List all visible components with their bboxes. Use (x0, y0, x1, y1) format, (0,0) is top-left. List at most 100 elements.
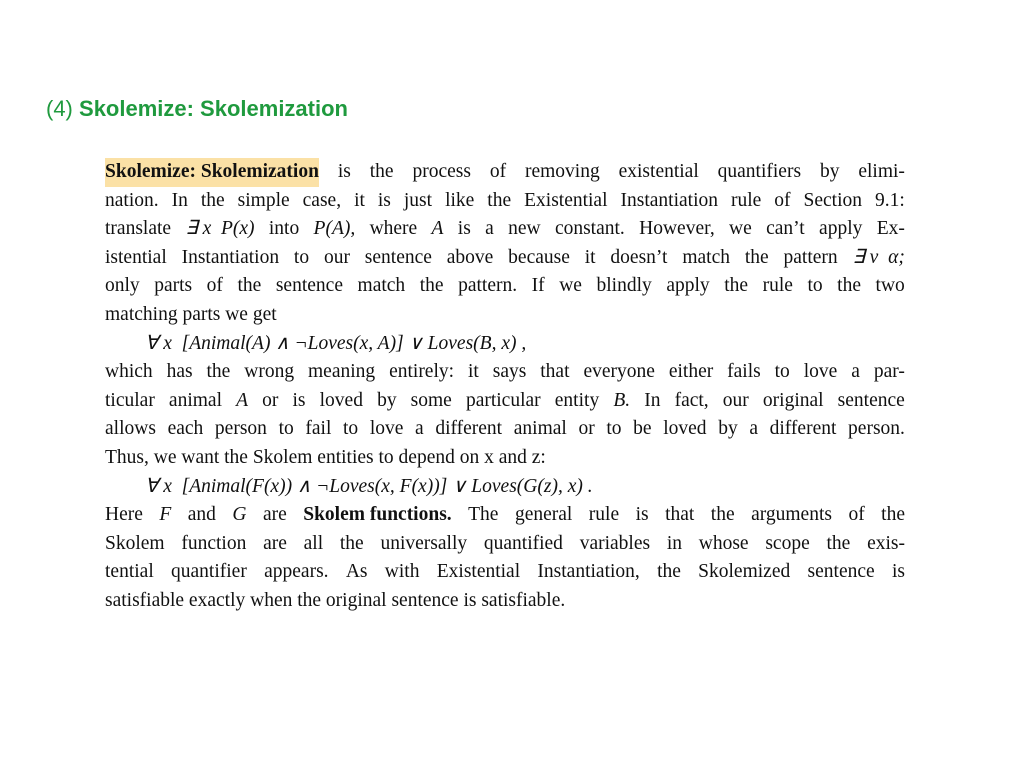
para3-line1: Here Fand Gare Skolem functions. The general r… (105, 501, 905, 530)
text-word: the (826, 532, 851, 554)
text-word: variables (579, 532, 651, 554)
text-word: fail (305, 418, 332, 440)
text-word: by (819, 161, 840, 182)
para3-line2: Skolem function are all the universally quanti… (105, 530, 905, 559)
text-word: match (682, 246, 730, 268)
text-word: fails (727, 361, 761, 383)
text-word: which (105, 361, 153, 383)
text-word: the (339, 532, 364, 554)
text-word: where (369, 218, 418, 240)
text-word: exis- (867, 532, 905, 554)
text-word: If (531, 275, 545, 297)
text-word: process (412, 161, 471, 182)
text-word: quantifier (171, 561, 247, 583)
text-word: apply (819, 218, 863, 240)
text-word: into (268, 218, 300, 240)
text-word: removing (524, 161, 600, 182)
para1-line1: Skolemize: Skolemization is the process of r… (105, 158, 905, 187)
text-word: A (431, 218, 444, 240)
slide-title: (4) Skolemize: Skolemization (46, 96, 348, 122)
text-word: quantified (483, 532, 563, 554)
text-word: par- (873, 361, 905, 383)
text-word: blindly (596, 275, 652, 297)
text-word: in (666, 532, 682, 554)
text-word: all (303, 532, 324, 554)
text-word: to (343, 418, 359, 440)
text-word: nation. (105, 189, 159, 211)
text-word: each (167, 418, 204, 440)
text-word: rule (762, 275, 793, 297)
text-word: sentence (807, 561, 875, 583)
para2-line3: allows each person to fail to love a different an… (105, 415, 905, 444)
text-word: apply (666, 275, 710, 297)
text-word: pattern (783, 246, 838, 268)
text-word: Ex- (876, 218, 905, 240)
text-word: entirely: (389, 361, 455, 383)
text-word: the (419, 275, 444, 297)
text-word: like (445, 189, 475, 211)
text-word: of (774, 189, 791, 211)
text-word: are (263, 532, 287, 554)
text-word: of (489, 161, 507, 182)
text-word: the (237, 275, 262, 297)
text-word: new (508, 218, 541, 240)
text-word: by (718, 418, 738, 440)
text-word: arguments (751, 504, 832, 526)
text-word: is (377, 189, 391, 211)
text-word: to (278, 418, 294, 440)
text-word: animal (168, 389, 222, 411)
text-word: Existential (524, 189, 608, 211)
text-word: just (403, 189, 433, 211)
text-word: pattern. (458, 275, 518, 297)
text-word: translate (105, 218, 172, 240)
text-word: to (293, 246, 310, 268)
text-word: by (377, 389, 397, 411)
text-word: As (345, 561, 368, 583)
text-word: The (468, 504, 499, 526)
text-word: allows (105, 418, 156, 440)
text-word: ∀ x [Animal(A) ∧ ¬Loves(x, A)] ∨ Loves(B… (145, 332, 527, 354)
para2-line1: which has the wrong meaning entirely: it says th… (105, 358, 905, 387)
text-word: Skolemized (698, 561, 791, 583)
text-word: two (875, 275, 905, 297)
text-word: Instantiation (620, 189, 718, 211)
text-word: is (891, 561, 905, 583)
text-word: the (369, 161, 394, 182)
text-word: sentence (837, 389, 905, 411)
text-word: or (262, 389, 279, 411)
text-word: the (487, 189, 512, 211)
text-word: to (774, 361, 790, 383)
text-word: only (105, 275, 140, 297)
text-word: that (540, 361, 570, 383)
text-word: either (668, 361, 714, 383)
text-word: says (492, 361, 527, 383)
text-word: the (200, 189, 225, 211)
formula-1: ∀ x [Animal(A) ∧ ¬Loves(x, A)] ∨ Loves(B… (105, 330, 905, 359)
text-word: person. (848, 418, 905, 440)
text-word: match (357, 275, 406, 297)
text-word: is (337, 161, 351, 182)
text-word: above (446, 246, 494, 268)
text-word: of (848, 504, 865, 526)
text-word: that (665, 504, 695, 526)
text-word: the (744, 246, 769, 268)
text-word: the (206, 361, 231, 383)
text-word: scope (765, 532, 810, 554)
para1-line4: istential Instantiation to our sentence above… (105, 244, 905, 273)
text-word: original (762, 389, 824, 411)
text-word: different (769, 418, 837, 440)
text-word: ∃ x P(x) (185, 218, 255, 240)
formula-2: ∀ x [Animal(F(x)) ∧ ¬Loves(x, F(x))] ∨ L… (105, 473, 905, 502)
text-word: sentence (364, 246, 432, 268)
text-word: a (485, 218, 494, 240)
text-word: sentence (275, 275, 343, 297)
text-word: ticular (105, 389, 155, 411)
text-word: loved (319, 389, 363, 411)
text-word: loved (663, 418, 707, 440)
text-word: istential (105, 246, 167, 268)
text-word: In (644, 389, 661, 411)
text-word: is (457, 218, 471, 240)
text-word: Skolem (105, 532, 165, 554)
text-word: of (206, 275, 223, 297)
text-word: animal (513, 418, 567, 440)
